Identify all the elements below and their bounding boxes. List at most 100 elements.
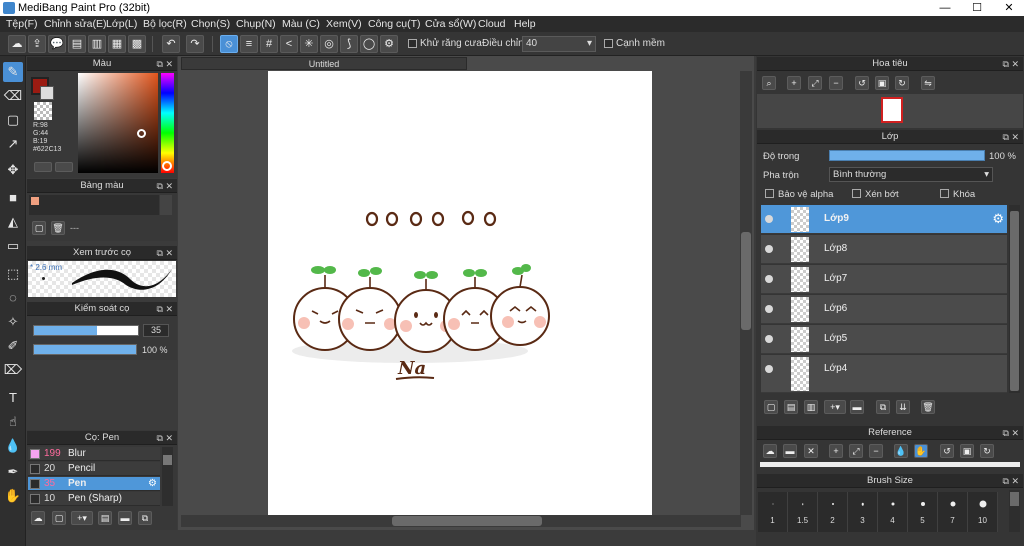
navigator-viewport[interactable] bbox=[881, 97, 903, 123]
brush-folder-icon[interactable]: ▬ bbox=[118, 511, 132, 525]
comment-icon[interactable]: 💬 bbox=[48, 35, 66, 53]
layer-row-8[interactable]: Lớp8 bbox=[761, 235, 1007, 264]
radial-snap-icon[interactable]: ✳ bbox=[300, 35, 318, 53]
visibility-eye-icon[interactable] bbox=[765, 275, 773, 283]
brush-size-slider[interactable] bbox=[33, 325, 139, 336]
shape-tool-icon[interactable]: ▢ bbox=[3, 110, 23, 130]
brush-size-2[interactable]: 2 bbox=[818, 492, 848, 532]
new-halftone-layer-icon[interactable]: ▤ bbox=[784, 400, 798, 414]
brush-opacity-slider[interactable] bbox=[33, 344, 137, 355]
nav-zoom-out-icon[interactable]: − bbox=[829, 76, 843, 90]
hue-slider[interactable] bbox=[161, 73, 174, 173]
transparent-color[interactable] bbox=[34, 102, 52, 120]
brush-tool-icon[interactable]: ✎ bbox=[3, 62, 23, 82]
saturation-value-picker[interactable] bbox=[78, 73, 158, 173]
canvas-horizontal-scrollbar[interactable] bbox=[181, 515, 741, 527]
brush-item-pencil[interactable]: 20 Pencil bbox=[28, 462, 160, 476]
menu-layer[interactable]: Lớp(L) bbox=[106, 18, 137, 30]
lock-checkbox[interactable] bbox=[940, 189, 949, 198]
new-1bit-layer-icon[interactable]: ▥ bbox=[804, 400, 818, 414]
nav-zoom-in-icon[interactable]: + bbox=[787, 76, 801, 90]
select-pen-icon[interactable]: ✐ bbox=[3, 336, 23, 356]
layer-row-4[interactable]: Lớp4 bbox=[761, 355, 1007, 393]
menu-select[interactable]: Chọn(S) bbox=[191, 18, 230, 30]
brush-cloud-icon[interactable]: ☁ bbox=[31, 511, 45, 525]
curve-snap-icon[interactable]: ⟆ bbox=[340, 35, 358, 53]
ref-eyedropper-icon[interactable]: 💧 bbox=[894, 444, 908, 458]
cross-snap-icon[interactable]: # bbox=[260, 35, 278, 53]
gradient-tool-icon[interactable]: ▭ bbox=[3, 236, 23, 256]
nav-fit-icon[interactable]: ⤢ bbox=[808, 76, 822, 90]
redo-icon[interactable]: ↷ bbox=[186, 35, 204, 53]
layer-row-9[interactable]: Lớp9 ⚙ bbox=[761, 205, 1007, 234]
hue-slider-handle[interactable] bbox=[162, 161, 172, 171]
layer-list-scrollbar[interactable] bbox=[1009, 205, 1020, 393]
undo-icon[interactable]: ↶ bbox=[162, 35, 180, 53]
visibility-eye-icon[interactable] bbox=[765, 305, 773, 313]
close-window-button[interactable]: ✕ bbox=[994, 0, 1024, 16]
rect-select-icon[interactable]: ⬚ bbox=[3, 264, 23, 284]
ref-zoom-out-icon[interactable]: − bbox=[869, 444, 883, 458]
ref-rotate-right-icon[interactable]: ↻ bbox=[980, 444, 994, 458]
menu-help[interactable]: Help bbox=[514, 18, 536, 30]
menu-filter[interactable]: Bộ lọc(R) bbox=[143, 18, 187, 30]
palette-swatch[interactable] bbox=[31, 197, 39, 205]
delete-palette-icon[interactable]: 🗑 bbox=[51, 221, 65, 235]
cloud-icon[interactable]: ☁ bbox=[8, 35, 26, 53]
visibility-eye-icon[interactable] bbox=[765, 335, 773, 343]
background-color[interactable] bbox=[40, 86, 54, 100]
nav-zoom-icon[interactable]: ⌕ bbox=[762, 76, 776, 90]
ref-open-icon[interactable]: ▬ bbox=[783, 444, 797, 458]
protect-alpha-checkbox[interactable] bbox=[765, 189, 774, 198]
brush-size-value[interactable]: 35 bbox=[143, 324, 169, 337]
snap-off-icon[interactable]: ⦸ bbox=[220, 35, 238, 53]
menu-color[interactable]: Màu (C) bbox=[282, 18, 320, 30]
minimize-button[interactable]: — bbox=[930, 0, 960, 16]
grid-icon[interactable]: ▩ bbox=[128, 35, 146, 53]
magic-wand-icon[interactable]: ✧ bbox=[3, 312, 23, 332]
color-reset-icon[interactable] bbox=[55, 162, 73, 172]
color-picker-cursor[interactable] bbox=[137, 129, 146, 138]
pen-tool-icon[interactable]: ✒ bbox=[3, 462, 23, 482]
layer-opacity-slider[interactable] bbox=[829, 150, 985, 161]
brush-size-scrollbar[interactable] bbox=[1009, 490, 1020, 532]
delete-layer-icon[interactable]: 🗑 bbox=[921, 400, 935, 414]
ref-rotate-left-icon[interactable]: ↺ bbox=[940, 444, 954, 458]
share-icon[interactable]: ⇪ bbox=[28, 35, 46, 53]
parallel-snap-icon[interactable]: ≡ bbox=[240, 35, 258, 53]
menu-view[interactable]: Xem(V) bbox=[326, 18, 362, 30]
clipping-checkbox[interactable] bbox=[852, 189, 861, 198]
layer-row-7[interactable]: Lớp7 bbox=[761, 265, 1007, 294]
duplicate-layer-icon[interactable]: ⧉ bbox=[876, 400, 890, 414]
chat-icon[interactable]: ▤ bbox=[68, 35, 86, 53]
menu-file[interactable]: Tệp(F) bbox=[6, 18, 38, 30]
move-tool-icon[interactable]: ✥ bbox=[3, 160, 23, 180]
drawing-canvas[interactable]: Na bbox=[268, 71, 652, 515]
menu-edit[interactable]: Chỉnh sửa(E) bbox=[44, 18, 106, 30]
blend-mode-select[interactable]: Bình thường ▾ bbox=[829, 167, 993, 182]
vanish-snap-icon[interactable]: < bbox=[280, 35, 298, 53]
brush-size-7[interactable]: 7 bbox=[938, 492, 968, 532]
merge-layer-icon[interactable]: ⇊ bbox=[896, 400, 910, 414]
brush-properties-icon[interactable]: ▤ bbox=[98, 511, 112, 525]
nav-rotate-right-icon[interactable]: ↻ bbox=[895, 76, 909, 90]
settings-icon[interactable]: ⚙ bbox=[380, 35, 398, 53]
document-tab[interactable]: Untitled bbox=[181, 57, 467, 70]
brush-item-pen[interactable]: 35 Pen ⚙ bbox=[28, 477, 160, 491]
nav-reset-icon[interactable]: ▣ bbox=[875, 76, 889, 90]
visibility-eye-icon[interactable] bbox=[765, 365, 773, 373]
brush-size-1-5[interactable]: 1.5 bbox=[788, 492, 818, 532]
select-eraser-icon[interactable]: ⌦ bbox=[3, 360, 23, 380]
eyedropper-tool-icon[interactable]: 💧 bbox=[3, 436, 23, 456]
new-layer-icon[interactable]: ▢ bbox=[764, 400, 778, 414]
layer-folder-icon[interactable]: ▬ bbox=[850, 400, 864, 414]
ellipse-snap-icon[interactable]: ◯ bbox=[360, 35, 378, 53]
new-palette-icon[interactable]: ▢ bbox=[32, 221, 46, 235]
operation-tool-icon[interactable]: ☝ bbox=[3, 412, 23, 432]
brush-list-scrollbar[interactable] bbox=[162, 447, 173, 506]
brush-new-icon[interactable]: ▢ bbox=[52, 511, 66, 525]
bucket-tool-icon[interactable]: ◭ bbox=[3, 212, 23, 232]
nav-flip-icon[interactable]: ⇋ bbox=[921, 76, 935, 90]
layer-row-6[interactable]: Lớp6 bbox=[761, 295, 1007, 324]
antialias-checkbox[interactable] bbox=[408, 39, 417, 48]
